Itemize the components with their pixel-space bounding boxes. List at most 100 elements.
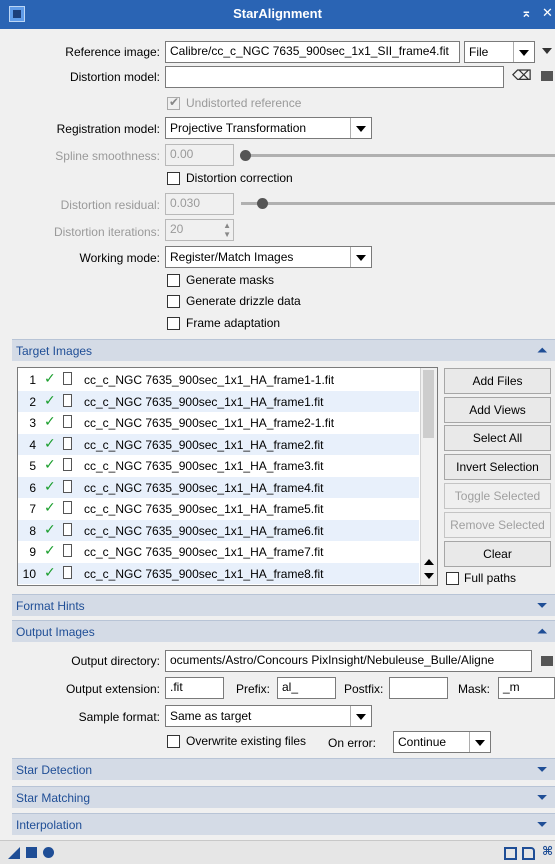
check-icon[interactable]: ✓ (44, 521, 56, 538)
check-icon[interactable]: ✓ (44, 413, 56, 430)
table-row[interactable]: 1 ✓ cc_c_NGC 7635_900sec_1x1_HA_frame1-1.f… (18, 369, 419, 391)
list-scrollbar[interactable] (420, 368, 437, 585)
expand-icon[interactable]: ⏷ (537, 598, 547, 613)
spin-arrows-icon[interactable]: ▲ ▼ (223, 221, 231, 239)
table-row[interactable]: 8 ✓ cc_c_NGC 7635_900sec_1x1_HA_frame6.fit (18, 519, 419, 541)
check-icon[interactable]: ✓ (44, 564, 56, 581)
table-row[interactable]: 7 ✓ cc_c_NGC 7635_900sec_1x1_HA_frame5.fit (18, 498, 419, 520)
prefix-input[interactable]: al_ (277, 677, 336, 699)
distortion-iterations-spinbox[interactable]: 20 ▲ ▼ (165, 219, 234, 241)
section-title: Star Detection (16, 763, 93, 777)
distortion-residual-input[interactable]: 0.030 (165, 193, 234, 215)
apply-global-icon[interactable] (26, 847, 37, 858)
scrollbar-thumb[interactable] (423, 370, 434, 438)
section-target-images[interactable]: Target Images ⏶ (12, 339, 555, 361)
table-row[interactable]: 5 ✓ cc_c_NGC 7635_900sec_1x1_HA_frame3.fit (18, 455, 419, 477)
expand-icon[interactable]: ⏷ (537, 790, 547, 805)
file-name: cc_c_NGC 7635_900sec_1x1_HA_frame5.fit (84, 502, 324, 516)
output-directory-label: Output directory: (71, 654, 160, 668)
slider-handle[interactable] (240, 150, 251, 161)
expand-icon[interactable]: ⏷ (537, 817, 547, 832)
full-paths-label: Full paths (464, 571, 517, 585)
collapse-icon[interactable]: ⏶ (537, 624, 547, 639)
scroll-down-icon[interactable] (424, 573, 434, 579)
browse-documentation-icon[interactable] (504, 847, 517, 860)
chevron-down-icon (350, 247, 371, 267)
section-interpolation[interactable]: Interpolation ⏷ (12, 813, 555, 835)
reset-icon[interactable] (522, 847, 535, 860)
table-row[interactable]: 2 ✓ cc_c_NGC 7635_900sec_1x1_HA_frame1.fit (18, 390, 419, 412)
spline-smoothness-input[interactable]: 0.00 (165, 144, 234, 166)
invert-selection-button[interactable]: Invert Selection (444, 454, 551, 480)
row-number: 4 (29, 437, 36, 452)
reference-mode-select[interactable]: File (464, 41, 535, 63)
full-paths-checkbox[interactable] (446, 572, 459, 585)
row-number: 5 (29, 459, 36, 473)
sample-format-label: Sample format: (78, 710, 160, 724)
check-icon[interactable]: ✓ (44, 435, 56, 452)
table-row[interactable]: 9 ✓ cc_c_NGC 7635_900sec_1x1_HA_frame7.fit (18, 541, 419, 563)
generate-masks-checkbox[interactable] (167, 274, 180, 287)
output-extension-input[interactable]: .fit (165, 677, 224, 699)
distortion-residual-slider[interactable] (241, 202, 555, 205)
check-icon[interactable]: ✓ (44, 392, 56, 409)
add-views-button[interactable]: Add Views (444, 397, 551, 423)
check-icon[interactable]: ✓ (44, 370, 56, 387)
file-name: cc_c_NGC 7635_900sec_1x1_HA_frame6.fit (84, 523, 324, 538)
overwrite-checkbox[interactable] (167, 735, 180, 748)
distortion-model-label: Distortion model: (69, 70, 160, 84)
working-mode-select[interactable]: Register/Match Images (165, 246, 372, 268)
check-icon[interactable]: ✓ (44, 478, 56, 495)
table-row[interactable]: 6 ✓ cc_c_NGC 7635_900sec_1x1_HA_frame4.fit (18, 476, 419, 498)
frame-adaptation-checkbox[interactable] (167, 317, 180, 330)
check-icon[interactable]: ✓ (44, 456, 56, 473)
slider-handle[interactable] (257, 198, 268, 209)
spline-smoothness-slider[interactable] (241, 154, 555, 157)
expand-all-icon[interactable]: ⌘ (542, 844, 553, 858)
section-output-images[interactable]: Output Images ⏶ (12, 620, 555, 642)
distortion-model-input[interactable] (165, 66, 504, 88)
registration-model-select[interactable]: Projective Transformation (165, 117, 372, 139)
clear-icon[interactable]: ⌫ (512, 67, 532, 84)
sample-format-select[interactable]: Same as target (165, 705, 372, 727)
section-format-hints[interactable]: Format Hints ⏷ (12, 594, 555, 616)
new-instance-icon[interactable] (8, 847, 20, 859)
toggle-selected-button[interactable]: Toggle Selected (444, 483, 551, 509)
file-name: cc_c_NGC 7635_900sec_1x1_HA_frame1.fit (84, 394, 324, 409)
menu-arrow-icon[interactable] (542, 48, 552, 54)
mask-input[interactable]: _m (498, 677, 555, 699)
check-icon[interactable]: ✓ (44, 499, 56, 516)
folder-icon[interactable] (541, 656, 553, 666)
table-row[interactable]: 10 ✓ cc_c_NGC 7635_900sec_1x1_HA_frame8.fi… (18, 562, 419, 584)
close-icon[interactable]: ✕ (542, 5, 553, 21)
add-files-button[interactable]: Add Files (444, 368, 551, 394)
select-all-button[interactable]: Select All (444, 425, 551, 451)
section-title: Format Hints (16, 599, 85, 613)
scroll-up-icon[interactable] (424, 559, 434, 565)
check-icon[interactable]: ✓ (44, 542, 56, 559)
generate-drizzle-checkbox[interactable] (167, 295, 180, 308)
apply-icon[interactable] (43, 847, 54, 858)
output-directory-input[interactable]: ocuments/Astro/Concours PixInsight/Nebul… (165, 650, 532, 672)
reference-image-input[interactable]: Calibre/cc_c_NGC 7635_900sec_1x1_SII_fra… (165, 41, 460, 63)
table-row[interactable]: 4 ✓ cc_c_NGC 7635_900sec_1x1_HA_frame2.fit (18, 433, 419, 455)
row-number: 2 (29, 394, 36, 409)
check-icon: ✔ (169, 95, 180, 109)
distortion-correction-checkbox[interactable] (167, 172, 180, 185)
collapse-icon[interactable]: ⏶ (537, 343, 547, 358)
table-row[interactable]: 3 ✓ cc_c_NGC 7635_900sec_1x1_HA_frame2-1.f… (18, 412, 419, 434)
section-star-detection[interactable]: Star Detection ⏷ (12, 758, 555, 780)
clear-button[interactable]: Clear (444, 541, 551, 567)
folder-icon[interactable] (541, 71, 553, 81)
target-images-list[interactable]: 1 ✓ cc_c_NGC 7635_900sec_1x1_HA_frame1-1.f… (17, 367, 438, 586)
remove-selected-button[interactable]: Remove Selected (444, 512, 551, 538)
postfix-input[interactable] (389, 677, 448, 699)
shade-icon[interactable]: ⌅ (521, 5, 532, 21)
file-icon (63, 565, 72, 579)
output-extension-label: Output extension: (65, 682, 160, 696)
on-error-select[interactable]: Continue (393, 731, 491, 753)
row-number: 3 (29, 416, 36, 430)
undistorted-reference-checkbox[interactable]: ✔ (167, 95, 180, 110)
expand-icon[interactable]: ⏷ (537, 762, 547, 777)
section-star-matching[interactable]: Star Matching ⏷ (12, 786, 555, 808)
